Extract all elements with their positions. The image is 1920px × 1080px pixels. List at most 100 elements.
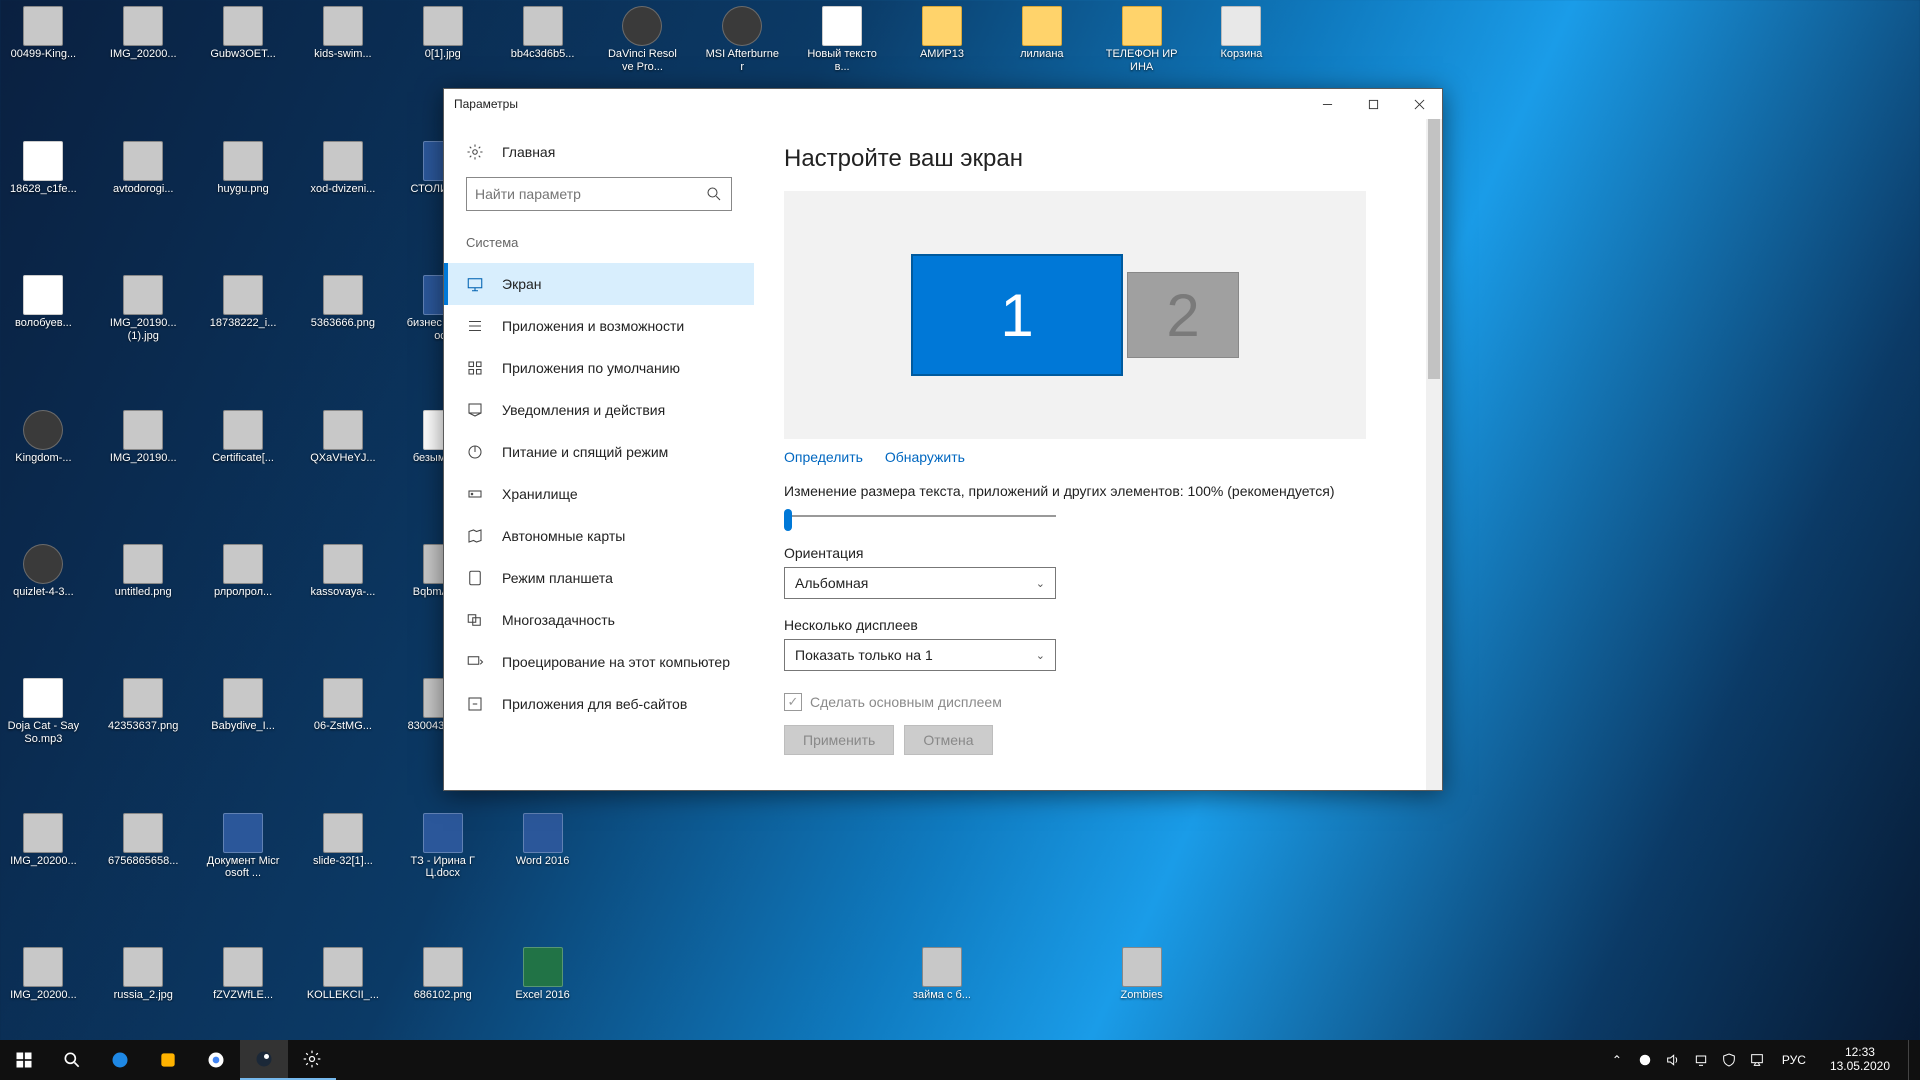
desktop-icon[interactable]: russia_2.jpg (106, 947, 180, 1002)
monitor-2[interactable]: 2 (1127, 272, 1239, 358)
desktop-icon-label: QXaVHeYJ... (306, 452, 380, 465)
desktop-icon-label: fZVZWfLE... (206, 989, 280, 1002)
desktop-icon[interactable]: Word 2016 (506, 813, 580, 868)
file-icon (523, 813, 563, 853)
desktop-icon[interactable]: Excel 2016 (506, 947, 580, 1002)
desktop-icon[interactable]: untitled.png (106, 544, 180, 599)
desktop-icon[interactable]: IMG_20200... (6, 813, 80, 868)
desktop-icon[interactable]: IMG_20200... (6, 947, 80, 1002)
desktop-icon[interactable]: АМИР13 (905, 6, 979, 61)
nav-tablet-mode[interactable]: Режим планшета (444, 557, 754, 599)
settings-taskbar-button[interactable] (288, 1040, 336, 1080)
desktop-icon[interactable]: DaVinci Resolve Pro... (605, 6, 679, 73)
desktop-icon[interactable]: Документ Microsoft ... (206, 813, 280, 880)
desktop-icon[interactable]: Новый текстов... (805, 6, 879, 73)
desktop-icon[interactable]: slide-32[1]... (306, 813, 380, 868)
scale-slider[interactable] (784, 505, 1056, 527)
desktop-icon[interactable]: QXaVHeYJ... (306, 410, 380, 465)
file-icon (323, 6, 363, 46)
desktop-icon[interactable]: huygu.png (206, 141, 280, 196)
nav-default-apps[interactable]: Приложения по умолчанию (444, 347, 754, 389)
desktop-icon[interactable]: лилиана (1005, 6, 1079, 61)
nav-multitasking[interactable]: Многозадачность (444, 599, 754, 641)
desktop-icon[interactable]: ТЕЛЕФОН ИРИНА (1105, 6, 1179, 73)
clock[interactable]: 12:33 13.05.2020 (1822, 1046, 1898, 1074)
nav-home[interactable]: Главная (444, 131, 754, 173)
nav-power[interactable]: Питание и спящий режим (444, 431, 754, 473)
desktop-icon[interactable]: ТЗ - Ирина ГЦ.docx (406, 813, 480, 880)
detect-link[interactable]: Обнаружить (885, 449, 965, 465)
desktop-icon[interactable]: 18628_c1fe... (6, 141, 80, 196)
desktop-icon[interactable]: avtodorogi... (106, 141, 180, 196)
bluestacks-button[interactable] (144, 1040, 192, 1080)
desktop-icon[interactable]: Корзина (1204, 6, 1278, 61)
file-icon (423, 6, 463, 46)
action-center-icon[interactable] (1748, 1051, 1766, 1069)
desktop-icon[interactable]: Kingdom-... (6, 410, 80, 465)
nav-notifications[interactable]: Уведомления и действия (444, 389, 754, 431)
close-button[interactable] (1396, 89, 1442, 119)
desktop-icon[interactable]: IMG_20200... (106, 6, 180, 61)
display-arrangement[interactable]: 1 2 (784, 191, 1366, 439)
nav-offline-maps[interactable]: Автономные карты (444, 515, 754, 557)
scrollbar[interactable] (1426, 119, 1442, 790)
desktop-icon[interactable]: MSI Afterburner (705, 6, 779, 73)
desktop-icon[interactable]: 6756865658... (106, 813, 180, 868)
edge-button[interactable] (96, 1040, 144, 1080)
desktop-icon[interactable]: займа с б... (905, 947, 979, 1002)
nav-apps[interactable]: Приложения и возможности (444, 305, 754, 347)
desktop-icon[interactable]: Certificate[... (206, 410, 280, 465)
desktop-icon[interactable]: kassovaya-... (306, 544, 380, 599)
search-box[interactable] (466, 177, 732, 211)
desktop-icon[interactable]: Doja Cat - Say So.mp3 (6, 678, 80, 745)
file-icon (523, 947, 563, 987)
titlebar: Параметры (444, 89, 1442, 119)
defender-icon[interactable] (1720, 1051, 1738, 1069)
desktop-icon[interactable]: волобуев... (6, 275, 80, 330)
identify-link[interactable]: Определить (784, 449, 863, 465)
desktop-icon[interactable]: 5363666.png (306, 275, 380, 330)
desktop-icon[interactable]: KOLLEKCII_... (306, 947, 380, 1002)
nav-projecting[interactable]: Проецирование на этот компьютер (444, 641, 754, 683)
show-desktop-button[interactable] (1908, 1040, 1914, 1080)
start-button[interactable] (0, 1040, 48, 1080)
desktop-icon[interactable]: Babydive_I... (206, 678, 280, 733)
desktop-icon[interactable]: IMG_20190... (106, 410, 180, 465)
slider-thumb[interactable] (784, 509, 792, 531)
desktop-icon[interactable]: bb4c3d6b5... (506, 6, 580, 61)
desktop-icon[interactable]: Zombies (1105, 947, 1179, 1002)
desktop-icon[interactable]: IMG_20190... (1).jpg (106, 275, 180, 342)
tray-chevron-icon[interactable]: ⌃ (1608, 1051, 1626, 1069)
desktop-icon[interactable]: 686102.png (406, 947, 480, 1002)
nav-display[interactable]: Экран (444, 263, 754, 305)
orientation-combo[interactable]: Альбомная ⌄ (784, 567, 1056, 599)
desktop-icon[interactable]: 00499-King... (6, 6, 80, 61)
desktop-icon[interactable]: kids-swim... (306, 6, 380, 61)
desktop-icon[interactable]: fZVZWfLE... (206, 947, 280, 1002)
minimize-button[interactable] (1304, 89, 1350, 119)
steam-button[interactable] (240, 1040, 288, 1080)
desktop-icon[interactable]: рлролрол... (206, 544, 280, 599)
desktop-icon[interactable]: 18738222_i... (206, 275, 280, 330)
volume-icon[interactable] (1664, 1051, 1682, 1069)
desktop-icon[interactable]: 42353637.png (106, 678, 180, 733)
desktop-icon[interactable]: 06-ZstMG... (306, 678, 380, 733)
steam-tray-icon[interactable] (1636, 1051, 1654, 1069)
maximize-button[interactable] (1350, 89, 1396, 119)
desktop-icon[interactable]: 0[1].jpg (406, 6, 480, 61)
file-icon (223, 141, 263, 181)
chrome-button[interactable] (192, 1040, 240, 1080)
nav-storage[interactable]: Хранилище (444, 473, 754, 515)
multi-display-combo[interactable]: Показать только на 1 ⌄ (784, 639, 1056, 671)
scrollbar-thumb[interactable] (1428, 119, 1440, 379)
monitor-1[interactable]: 1 (911, 254, 1123, 376)
search-button[interactable] (48, 1040, 96, 1080)
desktop-icon[interactable]: quizlet-4-3... (6, 544, 80, 599)
desktop-icon[interactable]: Gubw3OET... (206, 6, 280, 61)
desktop-icon[interactable]: xod-dvizeni... (306, 141, 380, 196)
language-indicator[interactable]: РУС (1776, 1053, 1812, 1067)
chevron-down-icon: ⌄ (1036, 577, 1045, 590)
search-input[interactable] (475, 186, 705, 202)
nav-website-apps[interactable]: Приложения для веб-сайтов (444, 683, 754, 725)
network-icon[interactable] (1692, 1051, 1710, 1069)
